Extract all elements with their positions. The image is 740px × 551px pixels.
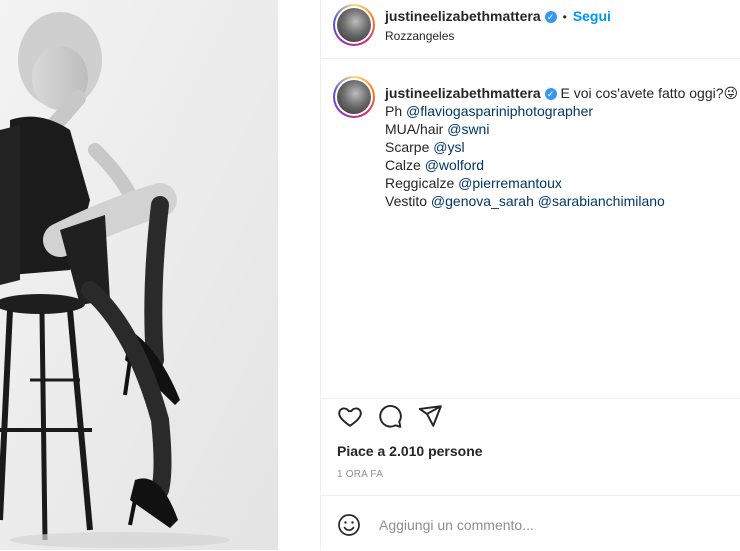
caption-label: Calze [385, 157, 425, 173]
post-actions [321, 398, 740, 431]
photo-illustration [0, 0, 278, 550]
post-header: justineelizabethmattera ✓ • Segui Rozzangel… [321, 0, 740, 59]
caption-label: Vestito [385, 193, 431, 209]
caption-label: Scarpe [385, 139, 434, 155]
separator-dot: • [562, 10, 567, 24]
mention-link[interactable]: @ysl [433, 139, 464, 155]
caption-line-mua: MUA/hair @swni [385, 120, 735, 138]
caption-line-photographer: Ph @flaviogaspariniphotographer [385, 102, 735, 120]
caption-label: Reggicalze [385, 175, 459, 191]
caption-username[interactable]: justineelizabethmattera [385, 85, 541, 101]
caption-line-garter: Reggicalze @pierremantoux [385, 174, 735, 192]
post-panel: justineelizabethmattera ✓ • Segui Rozzangel… [320, 0, 740, 550]
post-caption: justineelizabethmattera ✓ E voi cos'avete… [385, 84, 738, 210]
caption-line-dress: Vestito @genova_sarah @sarabianchimilano [385, 192, 735, 210]
header-title-row: justineelizabethmattera ✓ • Segui [385, 8, 611, 26]
comment-icon[interactable] [377, 403, 403, 429]
author-avatar[interactable] [333, 4, 375, 46]
follow-button[interactable]: Segui [573, 8, 611, 24]
verified-badge-icon: ✓ [544, 88, 557, 100]
comment-input[interactable] [377, 516, 721, 534]
author-username[interactable]: justineelizabethmattera [385, 8, 541, 24]
paper-plane-icon[interactable] [417, 403, 443, 429]
comment-bar [321, 495, 740, 551]
post-photo[interactable] [0, 0, 278, 550]
smiley-icon[interactable] [337, 513, 361, 537]
caption-line-shoes: Scarpe @ysl [385, 138, 735, 156]
mention-link[interactable]: @flaviogaspariniphotographer [406, 103, 593, 119]
mention-link[interactable]: @swni [447, 121, 489, 137]
mention-link[interactable]: @sarabianchimilano [538, 193, 665, 209]
wink-emoji-icon: 😜 [723, 85, 739, 101]
caption-author-avatar[interactable] [333, 76, 375, 118]
post-location[interactable]: Rozzangeles [385, 29, 454, 43]
mention-link[interactable]: @genova_sarah [431, 193, 534, 209]
verified-badge-icon: ✓ [544, 11, 557, 23]
caption-label: MUA/hair [385, 121, 448, 137]
caption-text: E voi cos'avete fatto oggi? [560, 85, 724, 101]
likes-count[interactable]: Piace a 2.010 persone [337, 443, 483, 459]
caption-label: Ph [385, 103, 407, 119]
caption-line-stockings: Calze @wolford [385, 156, 735, 174]
mention-link[interactable]: @pierremantoux [458, 175, 562, 191]
photo-gutter [278, 0, 279, 550]
mention-link[interactable]: @wolford [425, 157, 484, 173]
heart-icon[interactable] [337, 403, 363, 429]
post-timestamp[interactable]: 1 ORA FA [337, 469, 383, 480]
